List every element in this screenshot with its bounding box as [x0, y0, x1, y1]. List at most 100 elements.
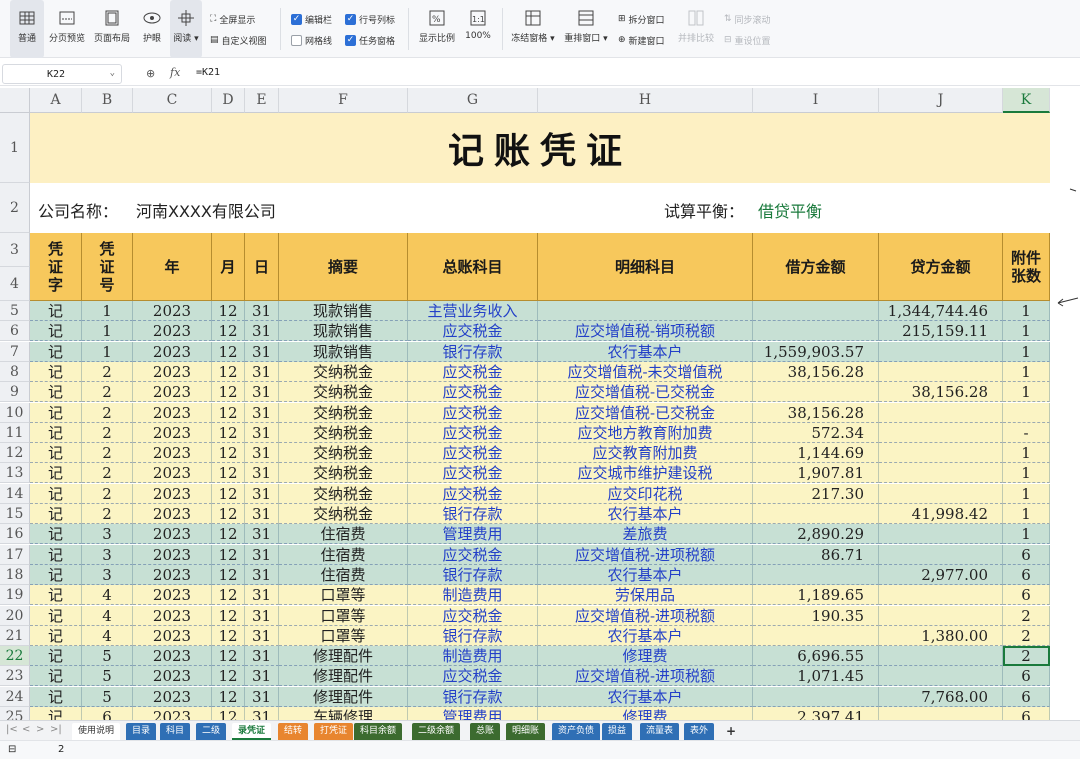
cell-attachments[interactable]: 1: [1003, 463, 1050, 483]
cell-debit-amount[interactable]: [753, 301, 879, 321]
sheet-tab[interactable]: 目录: [126, 723, 157, 740]
cell-voucher-type[interactable]: 记: [30, 626, 82, 646]
cell-summary[interactable]: 修理配件: [279, 687, 408, 707]
cell-attachments[interactable]: 1: [1003, 484, 1050, 504]
row-header-7[interactable]: 7: [0, 342, 30, 362]
cell-voucher-no[interactable]: 2: [82, 382, 133, 402]
cell-voucher-type[interactable]: 记: [30, 362, 82, 382]
cell-month[interactable]: 12: [212, 342, 245, 362]
cell-detail-account[interactable]: 修理费: [538, 707, 753, 720]
cell-attachments[interactable]: 6: [1003, 687, 1050, 707]
cell-detail-account[interactable]: 应交增值税-已交税金: [538, 382, 753, 402]
cell-day[interactable]: 31: [245, 646, 279, 666]
cell-gl-account[interactable]: 应交税金: [408, 463, 538, 483]
cell-month[interactable]: 12: [212, 443, 245, 463]
cell-credit-amount[interactable]: [879, 362, 1003, 382]
cell-gl-account[interactable]: 应交税金: [408, 545, 538, 565]
cell-voucher-type[interactable]: 记: [30, 545, 82, 565]
cell-day[interactable]: 31: [245, 666, 279, 686]
page-layout-button[interactable]: 页面布局: [92, 0, 132, 58]
cell-attachments[interactable]: 6: [1003, 585, 1050, 605]
cell-credit-amount[interactable]: 2,977.00: [879, 565, 1003, 585]
cell-voucher-no[interactable]: 2: [82, 403, 133, 423]
cell-debit-amount[interactable]: [753, 565, 879, 585]
cell-year[interactable]: 2023: [133, 484, 212, 504]
cell-debit-amount[interactable]: 6,696.55: [753, 646, 879, 666]
cell-day[interactable]: 31: [245, 504, 279, 524]
cell-month[interactable]: 12: [212, 403, 245, 423]
row-header-17[interactable]: 17: [0, 545, 30, 565]
row-header-9[interactable]: 9: [0, 382, 30, 402]
sheet-tab[interactable]: 二级: [196, 723, 227, 740]
cell-credit-amount[interactable]: 38,156.28: [879, 382, 1003, 402]
cell-month[interactable]: 12: [212, 606, 245, 626]
cell-gl-account[interactable]: 管理费用: [408, 707, 538, 720]
cell-day[interactable]: 31: [245, 443, 279, 463]
cell-day[interactable]: 31: [245, 321, 279, 341]
cell-attachments[interactable]: [1003, 403, 1050, 423]
cell-credit-amount[interactable]: 1,380.00: [879, 626, 1003, 646]
cell-summary[interactable]: 现款销售: [279, 321, 408, 341]
cell-summary[interactable]: 交纳税金: [279, 463, 408, 483]
cell-debit-amount[interactable]: [753, 382, 879, 402]
task-pane-checkbox[interactable]: ✓ 任务窗格: [345, 33, 395, 47]
cell-voucher-no[interactable]: 3: [82, 524, 133, 544]
sheet-tab[interactable]: 表外: [684, 723, 715, 740]
cell-gl-account[interactable]: 应交税金: [408, 443, 538, 463]
cell-day[interactable]: 31: [245, 463, 279, 483]
eye-protect-button[interactable]: 护眼: [138, 0, 166, 58]
select-all-corner[interactable]: [0, 88, 30, 113]
rearrange-windows-button[interactable]: 重排窗口 ▾: [562, 0, 610, 58]
cell-day[interactable]: 31: [245, 403, 279, 423]
cell-voucher-no[interactable]: 5: [82, 646, 133, 666]
cell-summary[interactable]: 修理配件: [279, 646, 408, 666]
cell-day[interactable]: 31: [245, 484, 279, 504]
row-header-23[interactable]: 23: [0, 666, 30, 686]
cell-voucher-no[interactable]: 6: [82, 707, 133, 720]
cell-debit-amount[interactable]: 2,397.41: [753, 707, 879, 720]
row-header-14[interactable]: 14: [0, 484, 30, 504]
row-header-22[interactable]: 22: [0, 646, 30, 666]
cell-gl-account[interactable]: 应交税金: [408, 606, 538, 626]
cell-voucher-no[interactable]: 1: [82, 321, 133, 341]
cell-voucher-type[interactable]: 记: [30, 382, 82, 402]
cell-voucher-no[interactable]: 2: [82, 484, 133, 504]
cell-year[interactable]: 2023: [133, 463, 212, 483]
cell-day[interactable]: 31: [245, 545, 279, 565]
cell-summary[interactable]: 口罩等: [279, 626, 408, 646]
cell-month[interactable]: 12: [212, 545, 245, 565]
sheet-tab[interactable]: 总账: [470, 723, 501, 740]
cell-year[interactable]: 2023: [133, 504, 212, 524]
cell-voucher-type[interactable]: 记: [30, 403, 82, 423]
column-header-e[interactable]: E: [245, 88, 279, 113]
cell-voucher-type[interactable]: 记: [30, 666, 82, 686]
function-icon[interactable]: fx: [170, 66, 180, 79]
cell-voucher-type[interactable]: 记: [30, 524, 82, 544]
cell-voucher-no[interactable]: 2: [82, 504, 133, 524]
cell-month[interactable]: 12: [212, 585, 245, 605]
cell-summary[interactable]: 交纳税金: [279, 362, 408, 382]
row-col-header-checkbox[interactable]: ✓ 行号列标: [345, 12, 395, 26]
row-header-11[interactable]: 11: [0, 423, 30, 443]
cell-summary[interactable]: 交纳税金: [279, 484, 408, 504]
cell-month[interactable]: 12: [212, 321, 245, 341]
cell-year[interactable]: 2023: [133, 545, 212, 565]
cell-summary[interactable]: 交纳税金: [279, 423, 408, 443]
cell-attachments[interactable]: 6: [1003, 707, 1050, 720]
row-header-3[interactable]: 3: [0, 233, 30, 267]
cell-voucher-no[interactable]: 4: [82, 626, 133, 646]
cell-year[interactable]: 2023: [133, 565, 212, 585]
cell-credit-amount[interactable]: [879, 606, 1003, 626]
cell-voucher-no[interactable]: 1: [82, 301, 133, 321]
cell-debit-amount[interactable]: 1,907.81: [753, 463, 879, 483]
formula-input[interactable]: =K21: [196, 67, 220, 78]
cell-credit-amount[interactable]: 215,159.11: [879, 321, 1003, 341]
cell-year[interactable]: 2023: [133, 382, 212, 402]
cell-debit-amount[interactable]: 38,156.28: [753, 403, 879, 423]
cell-year[interactable]: 2023: [133, 443, 212, 463]
cell-day[interactable]: 31: [245, 524, 279, 544]
cell-gl-account[interactable]: 应交税金: [408, 321, 538, 341]
cell-debit-amount[interactable]: 217.30: [753, 484, 879, 504]
cell-detail-account[interactable]: 劳保用品: [538, 585, 753, 605]
cell-detail-account[interactable]: 农行基本户: [538, 504, 753, 524]
